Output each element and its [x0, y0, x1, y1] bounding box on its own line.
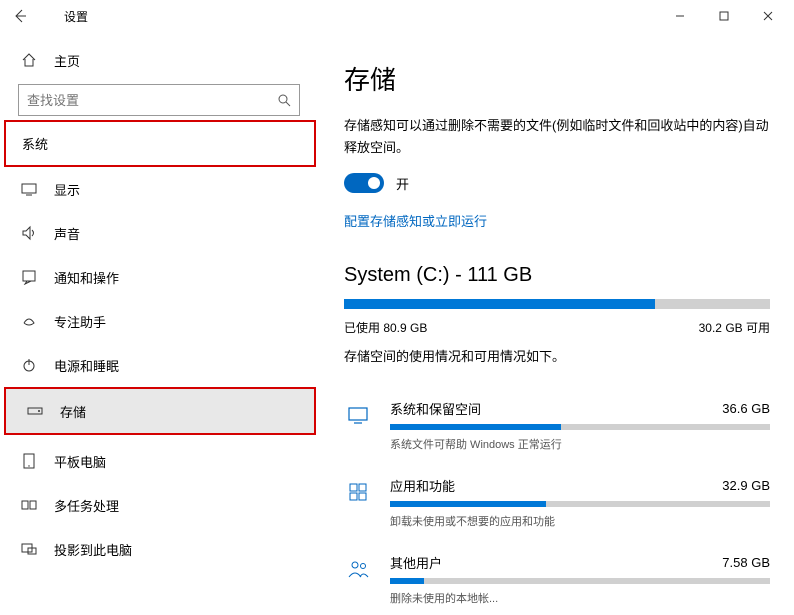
sidebar-item-notifications[interactable]: 通知和操作	[0, 255, 320, 299]
category-label: 系统和保留空间	[390, 399, 481, 418]
search-icon	[277, 93, 291, 107]
sidebar-item-label: 通知和操作	[54, 268, 119, 287]
tablet-icon	[20, 452, 38, 470]
storage-sense-toggle[interactable]	[344, 173, 384, 193]
sidebar-item-label: 多任务处理	[54, 496, 119, 515]
storage-category-apps[interactable]: 应用和功能 32.9 GB 卸载未使用或不想要的应用和功能	[344, 464, 770, 541]
storage-category-system[interactable]: 系统和保留空间 36.6 GB 系统文件可帮助 Windows 正常运行	[344, 387, 770, 464]
drive-usage-bar	[344, 299, 770, 309]
free-label: 30.2 GB 可用	[699, 319, 770, 336]
search-box[interactable]	[18, 84, 300, 116]
sidebar-item-label: 投影到此电脑	[54, 540, 132, 559]
notifications-icon	[20, 268, 38, 286]
sidebar-item-focus[interactable]: 专注助手	[0, 299, 320, 343]
storage-icon	[26, 402, 44, 420]
category-label: 其他用户	[390, 553, 442, 572]
category-size: 7.58 GB	[722, 555, 770, 570]
category-sub: 系统文件可帮助 Windows 正常运行	[390, 436, 770, 452]
category-bar	[390, 578, 770, 584]
sidebar-category: 系统	[6, 122, 314, 165]
used-label: 已使用 80.9 GB	[344, 319, 427, 336]
power-icon	[20, 356, 38, 374]
back-button[interactable]	[8, 4, 32, 28]
project-icon	[20, 540, 38, 558]
sidebar-item-display[interactable]: 显示	[0, 167, 320, 211]
sidebar-item-label: 专注助手	[54, 312, 106, 331]
sidebar-item-label: 平板电脑	[54, 452, 106, 471]
multitasking-icon	[20, 496, 38, 514]
category-bar	[390, 424, 770, 430]
sidebar-home[interactable]: 主页	[0, 40, 320, 80]
display-icon	[20, 180, 38, 198]
drive-title: System (C:) - 111 GB	[344, 264, 770, 287]
category-sub: 卸载未使用或不想要的应用和功能	[390, 513, 770, 529]
sidebar-item-power[interactable]: 电源和睡眠	[0, 343, 320, 387]
maximize-button[interactable]	[706, 4, 742, 28]
category-size: 32.9 GB	[722, 478, 770, 493]
category-bar	[390, 501, 770, 507]
configure-storage-sense-link[interactable]: 配置存储感知或立即运行	[344, 211, 770, 230]
sidebar-item-projecting[interactable]: 投影到此电脑	[0, 527, 320, 571]
category-label: 应用和功能	[390, 476, 455, 495]
window-title: 设置	[64, 8, 88, 25]
storage-category-other-users[interactable]: 其他用户 7.58 GB 删除未使用的本地帐...	[344, 541, 770, 615]
drive-desc: 存储空间的使用情况和可用情况如下。	[344, 346, 770, 365]
page-title: 存储	[344, 60, 770, 97]
sidebar-item-sound[interactable]: 声音	[0, 211, 320, 255]
category-sub: 删除未使用的本地帐...	[390, 590, 770, 606]
sidebar-item-label: 存储	[60, 402, 86, 421]
sidebar-item-label: 显示	[54, 180, 80, 199]
minimize-button[interactable]	[662, 4, 698, 28]
sidebar-item-label: 声音	[54, 224, 80, 243]
system-icon	[344, 401, 372, 429]
sidebar-item-storage[interactable]: 存储	[6, 389, 314, 433]
sidebar-item-multitasking[interactable]: 多任务处理	[0, 483, 320, 527]
sidebar-item-label: 电源和睡眠	[54, 356, 119, 375]
storage-sense-desc: 存储感知可以通过删除不需要的文件(例如临时文件和回收站中的内容)自动释放空间。	[344, 115, 770, 159]
focus-icon	[20, 312, 38, 330]
sidebar-home-label: 主页	[54, 51, 80, 70]
home-icon	[20, 51, 38, 69]
sidebar-item-tablet[interactable]: 平板电脑	[0, 439, 320, 483]
apps-icon	[344, 478, 372, 506]
users-icon	[344, 555, 372, 583]
close-button[interactable]	[750, 4, 786, 28]
sound-icon	[20, 224, 38, 242]
toggle-label: 开	[396, 174, 409, 193]
search-input[interactable]	[27, 93, 277, 108]
category-size: 36.6 GB	[722, 401, 770, 416]
